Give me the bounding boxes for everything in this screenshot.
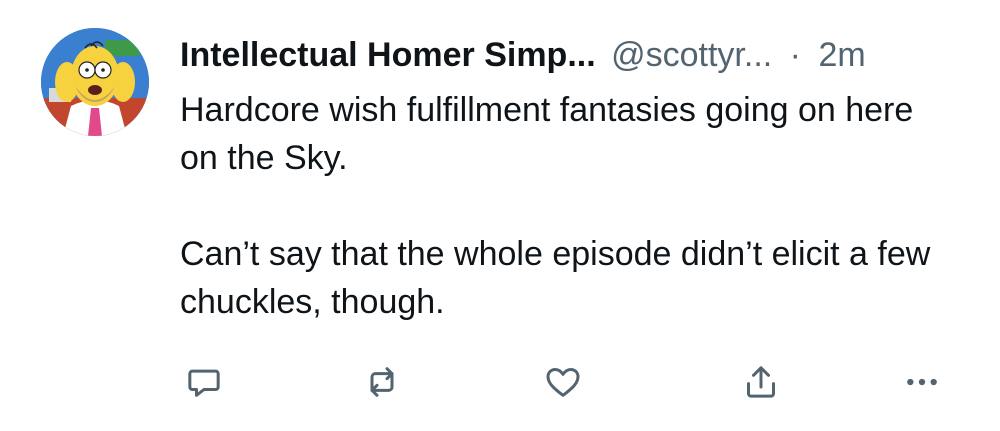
action-bar bbox=[170, 354, 960, 410]
author-handle[interactable]: @scottyr... bbox=[611, 36, 772, 74]
reply-icon bbox=[188, 369, 220, 397]
more-button[interactable] bbox=[894, 354, 950, 410]
share-icon bbox=[747, 366, 775, 398]
separator-dot: · bbox=[789, 36, 801, 74]
more-icon bbox=[907, 378, 937, 386]
timestamp[interactable]: 2m bbox=[818, 36, 865, 74]
tweet-paragraph: Can’t say that the whole episode didn’t … bbox=[180, 235, 931, 321]
author-name[interactable]: Intellectual Homer Simp... bbox=[180, 36, 596, 74]
like-button[interactable] bbox=[535, 354, 591, 410]
reply-button[interactable] bbox=[176, 354, 232, 410]
heart-icon bbox=[546, 368, 580, 397]
retweet-button[interactable] bbox=[354, 354, 410, 410]
tweet-header: Intellectual Homer Simp... @scottyr... ·… bbox=[180, 30, 866, 80]
homer-avatar-image bbox=[41, 28, 149, 136]
tweet-text: Hardcore wish fulfillment fantasies goin… bbox=[180, 86, 960, 326]
retweet-icon bbox=[370, 367, 394, 397]
avatar[interactable] bbox=[41, 28, 149, 136]
share-button[interactable] bbox=[733, 354, 789, 410]
tweet[interactable]: Intellectual Homer Simp... @scottyr... ·… bbox=[0, 0, 1000, 431]
tweet-paragraph: Hardcore wish fulfillment fantasies goin… bbox=[180, 91, 914, 177]
